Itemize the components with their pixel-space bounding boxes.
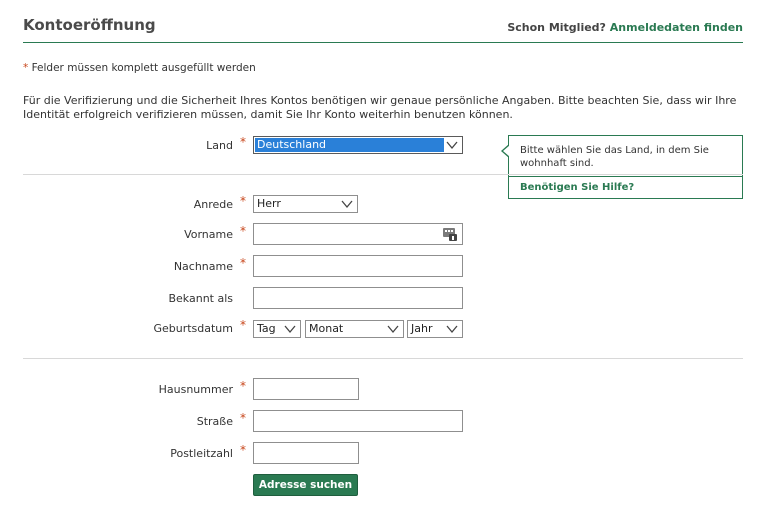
house-number-required-star: * bbox=[240, 379, 246, 393]
birthdate-required-star: * bbox=[240, 318, 246, 332]
search-address-button[interactable]: Adresse suchen bbox=[253, 474, 358, 496]
tooltip-divider bbox=[509, 176, 742, 177]
first-name-label: Vorname bbox=[184, 228, 233, 241]
last-name-label: Nachname bbox=[173, 260, 233, 273]
chevron-down-icon bbox=[387, 325, 399, 334]
house-number-field[interactable] bbox=[253, 378, 359, 400]
virtual-keyboard-icon[interactable] bbox=[443, 227, 457, 241]
chevron-down-icon bbox=[341, 200, 353, 209]
first-name-field[interactable] bbox=[253, 223, 463, 245]
title-divider bbox=[23, 42, 743, 43]
last-name-field[interactable] bbox=[253, 255, 463, 277]
postcode-label: Postleitzahl bbox=[170, 447, 233, 460]
birth-month-value: Monat bbox=[309, 322, 344, 335]
chevron-down-icon bbox=[446, 141, 458, 150]
chevron-down-icon bbox=[446, 325, 458, 334]
country-required-star: * bbox=[240, 135, 246, 149]
birth-year-select[interactable]: Jahr bbox=[407, 320, 463, 338]
salutation-select[interactable]: Herr bbox=[253, 195, 358, 213]
street-label: Straße bbox=[196, 415, 233, 428]
help-link[interactable]: Benötigen Sie Hilfe? bbox=[520, 182, 634, 193]
member-prompt: Schon Mitglied? Anmeldedaten finden bbox=[507, 21, 743, 34]
salutation-label: Anrede bbox=[193, 198, 233, 211]
section-divider bbox=[23, 174, 743, 175]
country-selected-value: Deutschland bbox=[255, 138, 444, 152]
birth-year-value: Jahr bbox=[411, 322, 433, 335]
postcode-required-star: * bbox=[240, 443, 246, 457]
known-as-label: Bekannt als bbox=[168, 292, 233, 305]
salutation-value: Herr bbox=[257, 197, 281, 210]
tooltip-text: Bitte wählen Sie das Land, in dem Sie wo… bbox=[520, 145, 709, 169]
country-label: Land bbox=[206, 139, 233, 152]
house-number-label: Hausnummer bbox=[158, 383, 233, 396]
last-name-required-star: * bbox=[240, 256, 246, 270]
postcode-field[interactable] bbox=[253, 442, 359, 464]
first-name-required-star: * bbox=[240, 224, 246, 238]
section-divider bbox=[23, 358, 743, 359]
find-login-link[interactable]: Anmeldedaten finden bbox=[610, 21, 743, 34]
country-help-tooltip: Bitte wählen Sie das Land, in dem Sie wo… bbox=[501, 135, 743, 199]
page-title: Kontoeröffnung bbox=[23, 16, 156, 34]
country-select[interactable]: Deutschland bbox=[253, 136, 463, 154]
required-star: * bbox=[23, 62, 29, 74]
birth-month-select[interactable]: Monat bbox=[305, 320, 404, 338]
birth-day-value: Tag bbox=[257, 322, 276, 335]
street-required-star: * bbox=[240, 411, 246, 425]
known-as-field[interactable] bbox=[253, 287, 463, 309]
required-note: * Felder müssen komplett ausgefüllt werd… bbox=[23, 62, 256, 74]
member-prefix: Schon Mitglied? bbox=[507, 21, 606, 34]
intro-text: Für die Verifizierung und die Sicherheit… bbox=[23, 94, 737, 121]
birthdate-label: Geburtsdatum bbox=[153, 322, 233, 335]
salutation-required-star: * bbox=[240, 194, 246, 208]
required-note-text: Felder müssen komplett ausgefüllt werden bbox=[31, 62, 256, 74]
chevron-down-icon bbox=[284, 325, 296, 334]
street-field[interactable] bbox=[253, 410, 463, 432]
birth-day-select[interactable]: Tag bbox=[253, 320, 301, 338]
